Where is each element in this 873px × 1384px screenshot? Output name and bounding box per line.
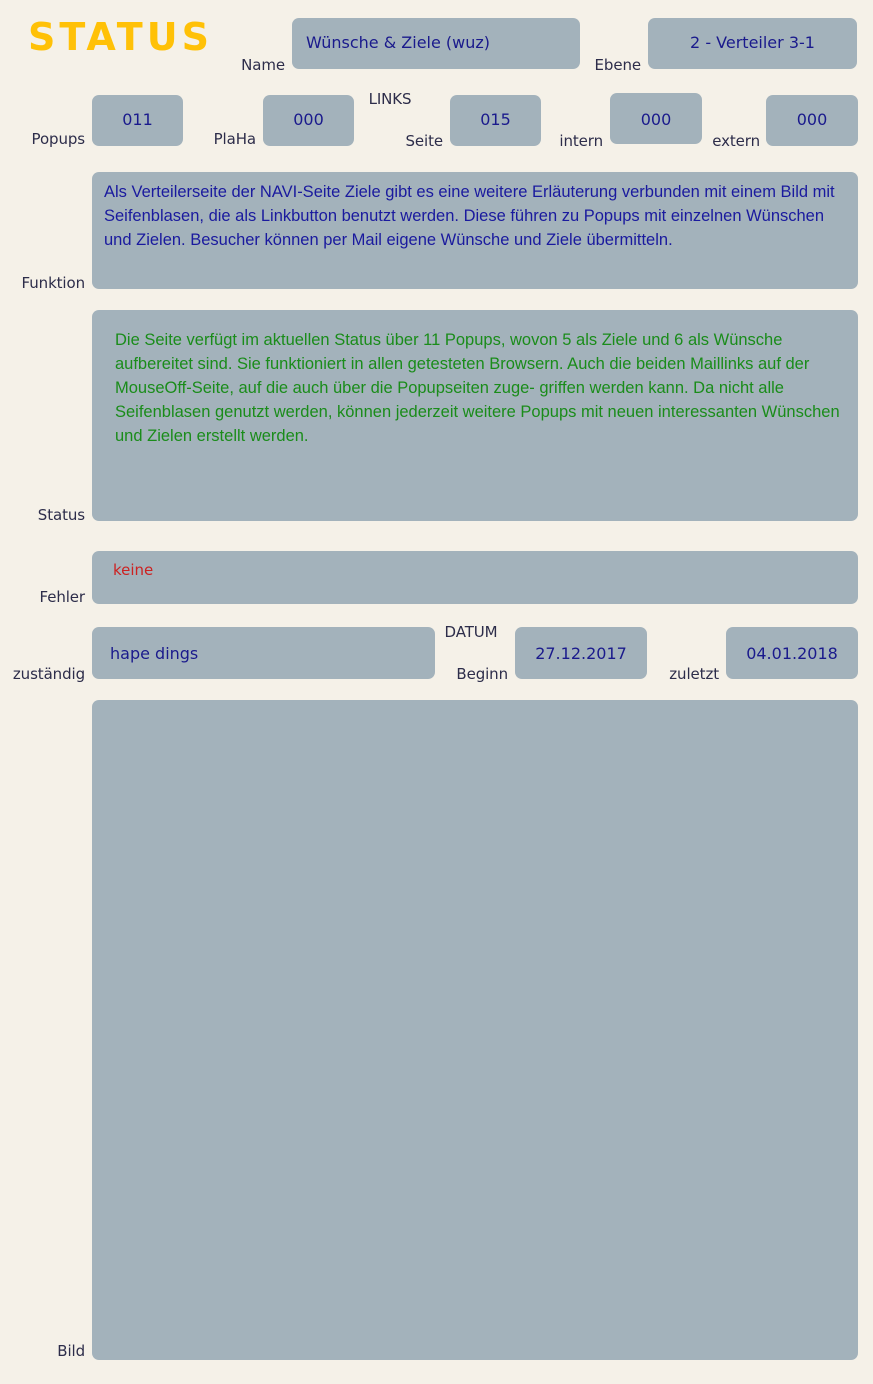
zuletzt-value: 04.01.2018 (746, 644, 838, 663)
status-sheet: STATUS Wünsche & Ziele (wuz) Name 2 - Ve… (0, 0, 873, 1384)
bild-label: Bild (57, 1342, 85, 1360)
zustaendig-value: hape dings (110, 644, 199, 663)
zuletzt-label: zuletzt (669, 665, 719, 683)
popups-value: 011 (122, 110, 153, 129)
page-title: STATUS (28, 15, 213, 59)
fehler-label: Fehler (39, 588, 85, 606)
popups-label: Popups (31, 130, 86, 148)
datum-heading: DATUM (444, 623, 498, 641)
beginn-value: 27.12.2017 (535, 644, 627, 663)
status-text: Die Seite verfügt im aktuellen Status üb… (115, 331, 840, 445)
extern-label: extern (712, 132, 760, 150)
links-heading: LINKS (368, 90, 412, 108)
name-label: Name (241, 56, 285, 74)
extern-value: 000 (796, 110, 828, 129)
seite-value: 015 (480, 110, 511, 129)
fehler-value: keine (113, 561, 154, 579)
name-value: Wünsche & Ziele (wuz) (306, 33, 491, 52)
plaha-label: PlaHa (213, 130, 256, 148)
intern-label: intern (559, 132, 603, 150)
zustaendig-label: zuständig (12, 665, 85, 683)
ebene-label: Ebene (594, 56, 642, 74)
bild-field[interactable] (92, 700, 858, 1360)
funktion-text: Als Verteilerseite der NAVI-Seite Ziele … (104, 183, 835, 249)
funktion-label: Funktion (21, 274, 86, 292)
intern-value: 000 (640, 110, 672, 129)
seite-label: Seite (405, 132, 443, 150)
ebene-value: 2 - Verteiler 3-1 (690, 33, 815, 52)
beginn-label: Beginn (456, 665, 508, 683)
status-label: Status (37, 506, 85, 524)
plaha-value: 000 (293, 110, 324, 129)
